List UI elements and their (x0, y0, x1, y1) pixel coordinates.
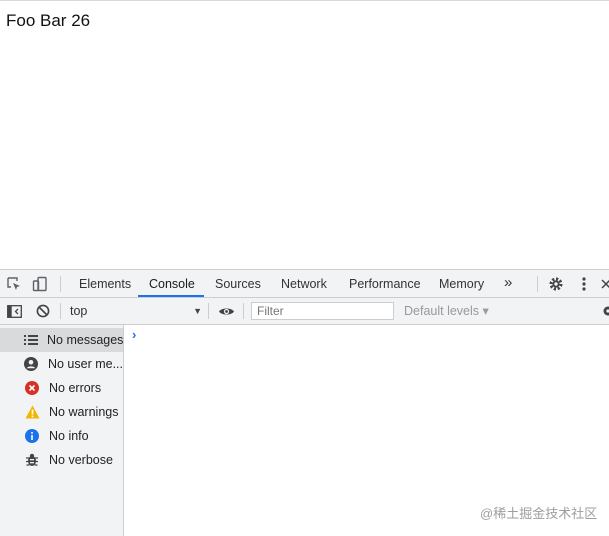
console-toolbar: top ▼ Default levels ▾ (0, 298, 609, 325)
tab-bar-divider (60, 276, 61, 292)
toolbar-divider (60, 303, 61, 319)
sidebar-item-label: No verbose (49, 453, 113, 467)
sidebar-item-user-messages[interactable]: No user me... (0, 352, 123, 376)
sidebar-item-label: No info (49, 429, 89, 443)
sidebar-item-info[interactable]: No info (0, 424, 123, 448)
console-prompt-icon: › (132, 327, 136, 342)
info-icon (24, 428, 40, 444)
sidebar-toggle-icon[interactable] (6, 303, 22, 319)
tab-bar-divider-right (537, 276, 538, 292)
tab-console[interactable]: Console (147, 270, 197, 297)
sidebar-item-errors[interactable]: No errors (0, 376, 123, 400)
tab-sources[interactable]: Sources (213, 270, 263, 297)
sidebar-item-label: No user me... (48, 357, 123, 371)
gear-icon[interactable] (547, 275, 565, 293)
tab-network[interactable]: Network (279, 270, 329, 297)
devtools-panel: Elements Console Sources Network Perform… (0, 269, 609, 536)
context-value: top (70, 304, 87, 318)
error-icon (24, 380, 40, 396)
log-levels-dropdown[interactable]: Default levels ▾ (404, 298, 489, 324)
console-settings-icon[interactable] (602, 305, 609, 317)
page-heading-text: Foo Bar 26 (6, 11, 90, 31)
user-icon (24, 356, 39, 372)
page-top-border (0, 0, 609, 1)
watermark-text: @稀土掘金技术社区 (480, 503, 597, 522)
more-tabs-button[interactable]: » (502, 270, 514, 297)
clear-console-icon[interactable] (35, 303, 51, 319)
inspect-element-icon[interactable] (5, 275, 23, 293)
sidebar-item-label: No errors (49, 381, 101, 395)
tab-elements[interactable]: Elements (77, 270, 133, 297)
kebab-menu-icon[interactable] (577, 275, 591, 293)
tab-memory[interactable]: Memory (437, 270, 486, 297)
device-toolbar-icon[interactable] (31, 275, 49, 293)
dropdown-arrow-icon: ▼ (193, 298, 202, 325)
toolbar-divider-2 (208, 303, 209, 319)
console-sidebar: No messages No user me... No errors (0, 325, 124, 536)
warning-icon (24, 404, 40, 420)
close-icon[interactable] (601, 276, 609, 292)
list-icon (24, 332, 38, 348)
sidebar-item-warnings[interactable]: No warnings (0, 400, 123, 424)
sidebar-item-messages[interactable]: No messages (0, 328, 123, 352)
sidebar-item-verbose[interactable]: No verbose (0, 448, 123, 472)
bug-icon (24, 452, 40, 468)
eye-icon[interactable] (216, 303, 236, 319)
tab-performance[interactable]: Performance (347, 270, 423, 297)
context-selector[interactable]: top ▼ (66, 298, 208, 324)
toolbar-divider-3 (243, 303, 244, 319)
sidebar-item-label: No messages (47, 333, 123, 347)
filter-input[interactable] (251, 302, 394, 320)
sidebar-item-label: No warnings (49, 405, 118, 419)
active-tab-indicator (138, 295, 204, 297)
devtools-tab-bar: Elements Console Sources Network Perform… (0, 270, 609, 298)
